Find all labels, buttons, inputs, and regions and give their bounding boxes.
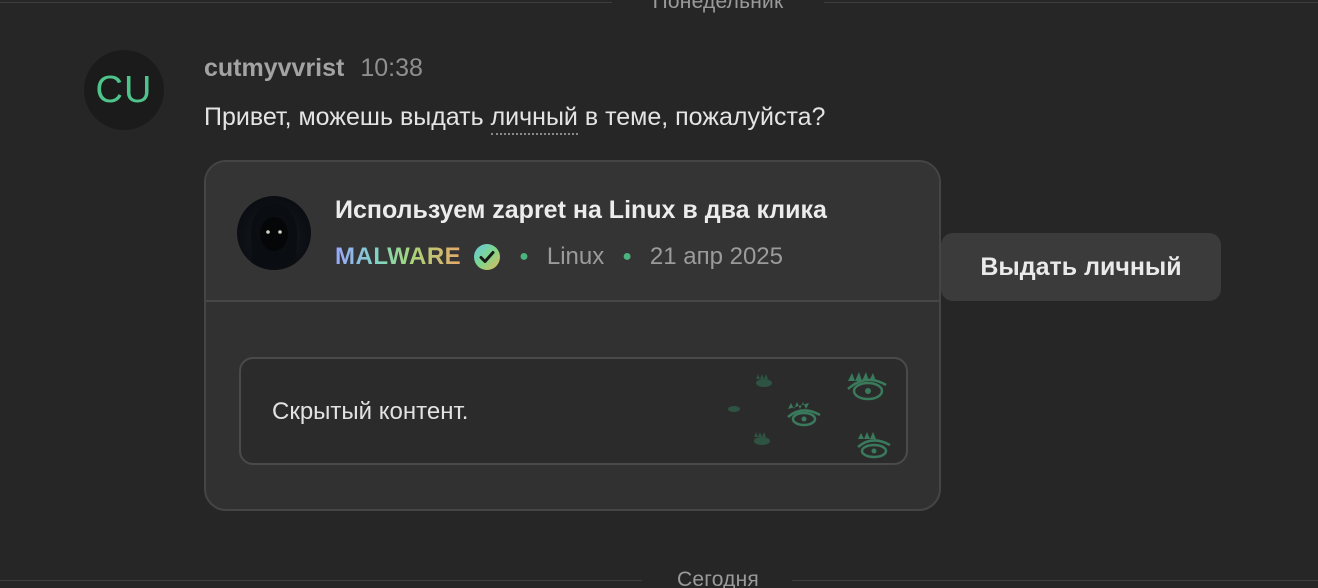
message-highlight-term[interactable]: личный xyxy=(490,103,578,135)
thread-forum[interactable]: Linux xyxy=(547,243,604,271)
meta-separator: ● xyxy=(622,248,632,265)
meta-separator: ● xyxy=(519,248,529,265)
day-divider-label: Понедельник xyxy=(652,0,784,13)
thread-card-header: Используем zapret на Linux в два клика M… xyxy=(206,162,939,302)
day-divider-top: Понедельник xyxy=(0,0,1318,22)
hooded-figure-icon xyxy=(247,204,301,270)
verified-check-icon xyxy=(473,243,501,271)
message-time: 10:38 xyxy=(360,54,423,82)
thread-card[interactable]: Используем zapret на Linux в два клика M… xyxy=(204,160,941,511)
avatar[interactable]: CU xyxy=(84,50,164,130)
grant-personal-button[interactable]: Выдать личный xyxy=(941,233,1221,301)
divider-line xyxy=(824,2,1318,3)
thread-meta: MALWARE ● Linux ● 21 апр 2025 xyxy=(335,242,783,272)
hidden-content-label: Скрытый контент. xyxy=(272,398,469,425)
divider-line xyxy=(0,580,642,581)
thread-author-avatar[interactable] xyxy=(237,196,311,270)
thread-title[interactable]: Используем zapret на Linux в два клика xyxy=(335,196,827,225)
message-text-after: в теме, пожалуйста? xyxy=(577,103,826,131)
divider-line xyxy=(792,580,1318,581)
message-text: Привет, можешь выдать личный в теме, пож… xyxy=(204,103,826,135)
message-header: cutmyvvrist 10:38 xyxy=(204,54,423,83)
chat-page: Понедельник CU cutmyvvrist 10:38 Привет,… xyxy=(0,0,1318,588)
hidden-content-box: Скрытый контент. xyxy=(239,357,908,465)
divider-line xyxy=(0,2,612,3)
day-divider-label: Сегодня xyxy=(677,568,759,588)
day-divider-bottom: Сегодня xyxy=(0,560,1318,588)
message-author[interactable]: cutmyvvrist xyxy=(204,54,344,83)
eyes-pattern-icon xyxy=(728,372,891,459)
thread-date: 21 апр 2025 xyxy=(649,243,784,270)
message-text-before: Привет, можешь выдать xyxy=(204,103,491,131)
thread-author[interactable]: MALWARE xyxy=(335,243,461,271)
avatar-initials: CU xyxy=(95,68,153,111)
